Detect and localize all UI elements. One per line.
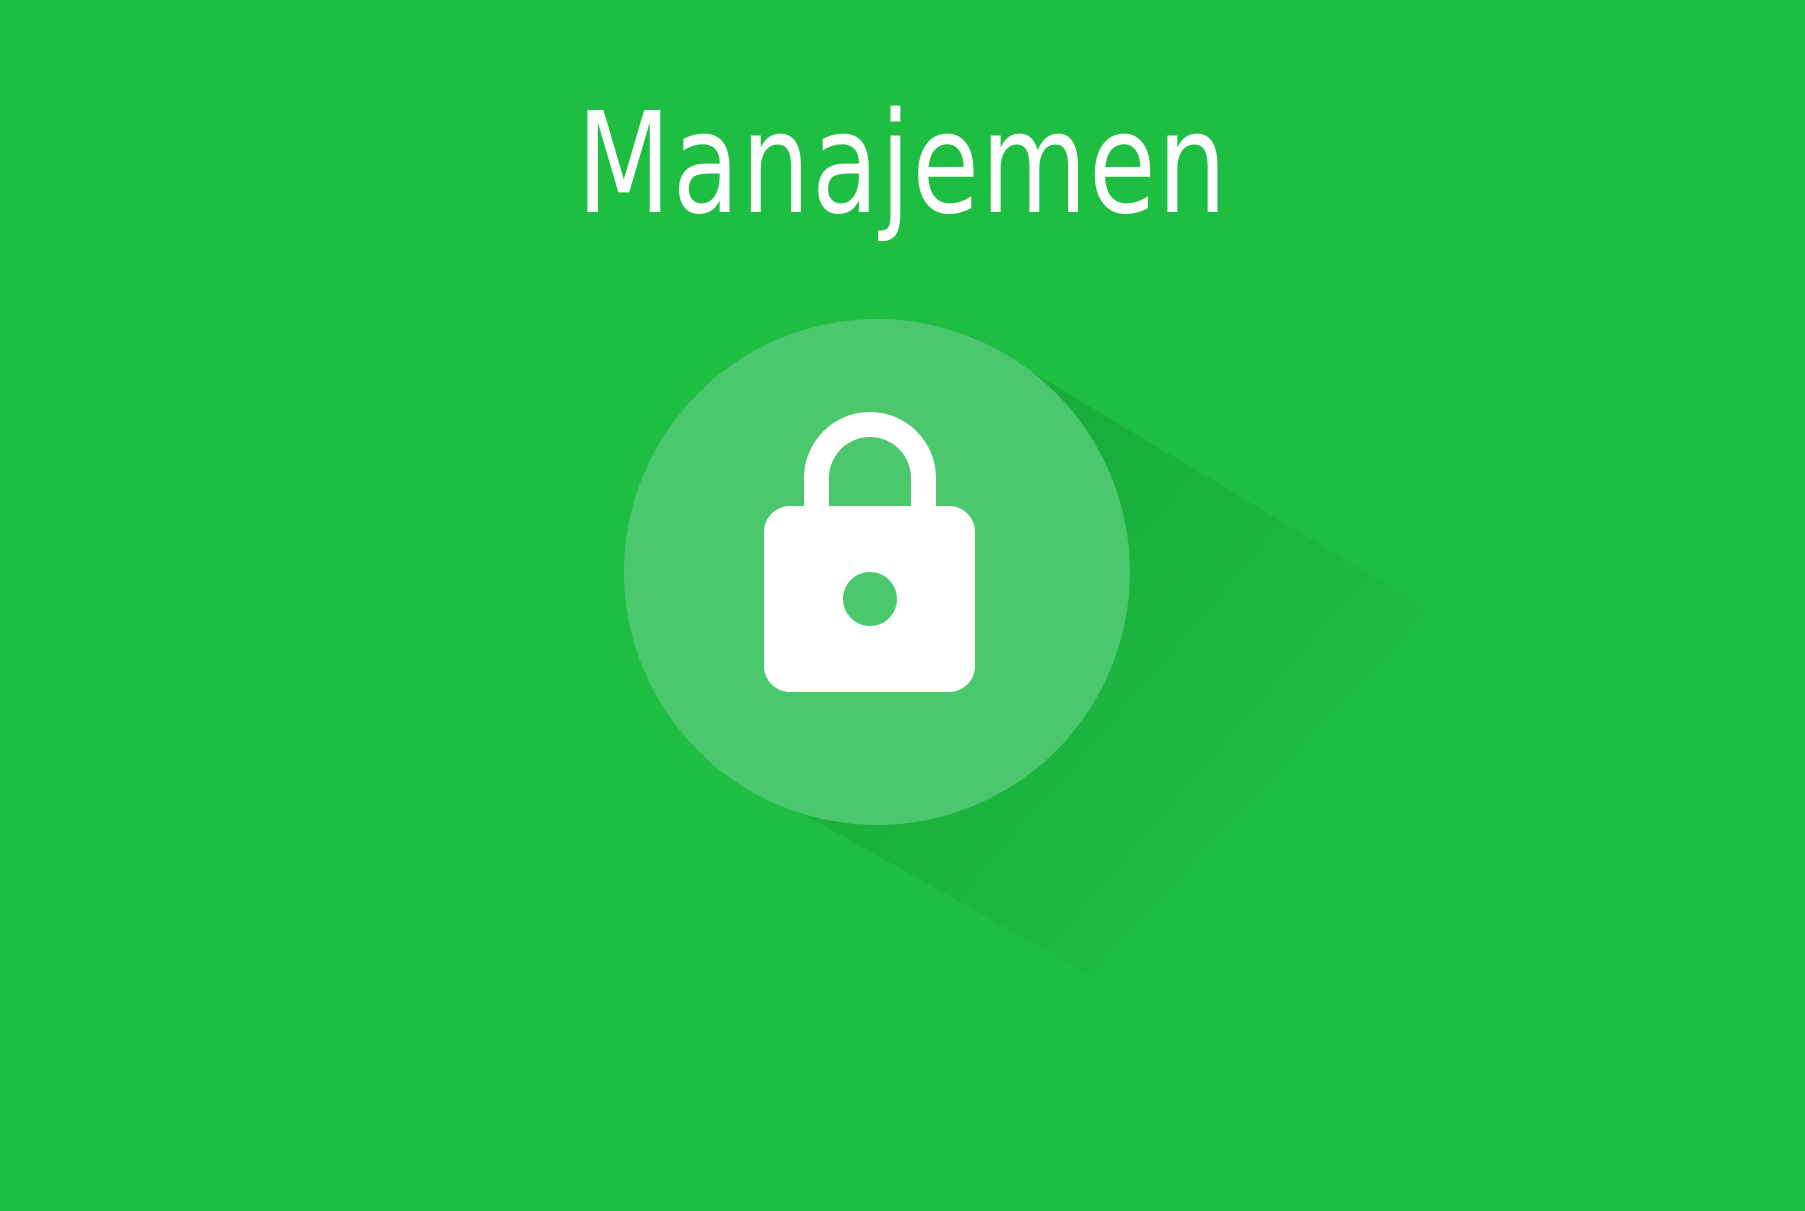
banner: Manajemen [0, 0, 1805, 1211]
lock-emblem [624, 319, 1430, 975]
